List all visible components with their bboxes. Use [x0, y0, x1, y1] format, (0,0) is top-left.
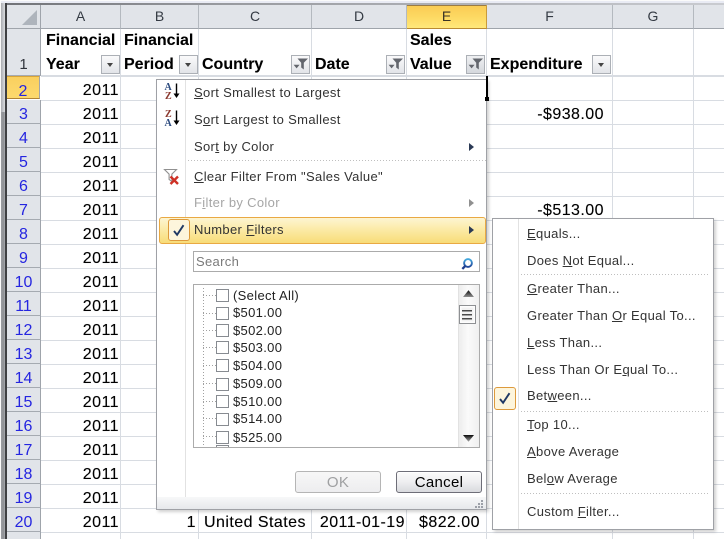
svg-text:Z: Z	[165, 91, 172, 102]
svg-text:A: A	[165, 118, 173, 129]
